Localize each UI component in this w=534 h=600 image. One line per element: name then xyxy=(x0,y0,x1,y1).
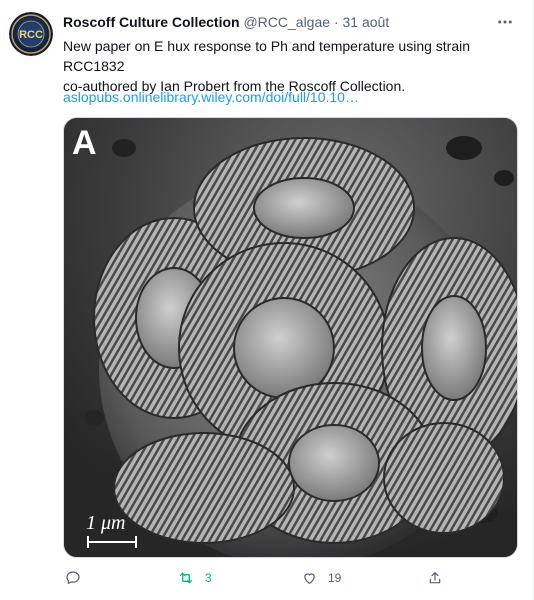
like-button[interactable]: 19 xyxy=(301,568,341,588)
share-icon xyxy=(429,572,441,584)
tweet-link[interactable]: aslopubs.onlinelibrary.wiley.com/doi/ful… xyxy=(63,87,359,107)
tweet-card[interactable]: RCC Roscoff Culture Collection @RCC_alga… xyxy=(0,0,534,600)
retweet-count: 3 xyxy=(205,571,212,585)
avatar[interactable]: RCC xyxy=(9,12,53,56)
action-bar: 3 19 xyxy=(63,568,518,590)
tweet-media[interactable]: A 1 μm xyxy=(63,117,518,558)
reply-button[interactable] xyxy=(65,568,91,588)
tweet-header: Roscoff Culture Collection @RCC_algae · … xyxy=(63,12,503,32)
more-dots-icon xyxy=(498,20,512,24)
separator-dot: · xyxy=(333,14,339,30)
retweet-icon xyxy=(180,572,192,584)
like-count: 19 xyxy=(328,571,342,585)
retweet-button[interactable]: 3 xyxy=(177,568,212,588)
handle[interactable]: @RCC_algae xyxy=(243,14,330,30)
sem-micrograph xyxy=(64,118,517,557)
panel-label: A xyxy=(72,124,97,162)
heart-icon xyxy=(304,573,315,584)
share-button[interactable] xyxy=(427,568,443,588)
more-button[interactable] xyxy=(495,12,515,32)
scale-bar-label: 1 μm xyxy=(86,512,126,534)
display-name[interactable]: Roscoff Culture Collection xyxy=(63,14,240,30)
tweet-date[interactable]: 31 août xyxy=(343,14,390,30)
reply-bubble-icon xyxy=(66,571,80,584)
avatar-text: RCC xyxy=(19,29,43,41)
